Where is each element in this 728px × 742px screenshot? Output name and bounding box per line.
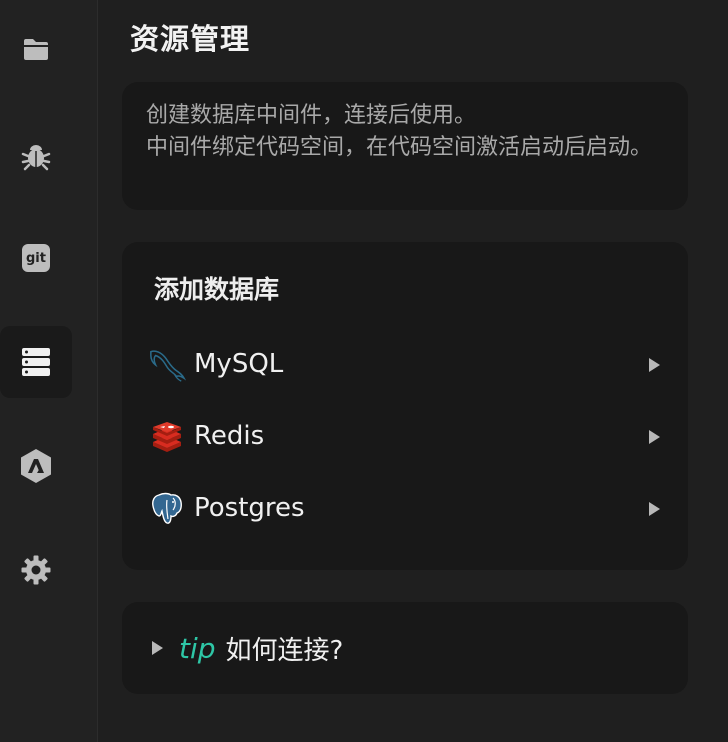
database-stack-icon xyxy=(22,348,50,376)
description-line: 创建数据库中间件，连接后使用。 中间件绑定代码空间，在代码空间激活启动后启动。 xyxy=(146,103,653,160)
database-item-label: Redis xyxy=(194,421,265,451)
database-item-mysql[interactable]: MySQL xyxy=(144,338,664,394)
database-item-label: MySQL xyxy=(194,349,284,379)
mysql-dolphin-icon xyxy=(148,346,186,384)
redis-cube-icon xyxy=(148,418,186,456)
postgres-elephant-icon xyxy=(148,490,186,528)
tip-card: tip 如何连接? xyxy=(122,602,688,694)
tip-toggle[interactable]: tip 如何连接? xyxy=(152,628,343,668)
description-card: 创建数据库中间件，连接后使用。 中间件绑定代码空间，在代码空间激活启动后启动。 xyxy=(122,82,688,210)
add-database-title: 添加数据库 xyxy=(154,275,280,304)
tip-text: 如何连接? xyxy=(225,635,344,666)
sidebar-item-folder[interactable] xyxy=(0,14,72,86)
sidebar-item-settings[interactable] xyxy=(0,534,72,606)
tip-badge: tip xyxy=(179,631,216,665)
git-icon: git xyxy=(22,244,50,272)
page-title: 资源管理 xyxy=(130,22,251,56)
add-database-card: 添加数据库 MySQL Redis Postgres xyxy=(122,242,688,570)
database-item-label: Postgres xyxy=(194,493,305,523)
database-item-redis[interactable]: Redis xyxy=(144,410,664,466)
sidebar-item-debug[interactable] xyxy=(0,119,72,191)
description-text: 创建数据库中间件，连接后使用。 中间件绑定代码空间，在代码空间激活启动后启动。 xyxy=(146,100,666,164)
git-icon-label: git xyxy=(26,250,46,266)
chevron-right-icon xyxy=(649,502,660,516)
bug-icon xyxy=(21,145,51,171)
sidebar-item-brand[interactable] xyxy=(0,430,72,502)
app-window: git 资源管理 创建数据库中间件，连接后使用。 中间件绑定代码空间，在代码空间… xyxy=(0,0,728,742)
caret-right-icon xyxy=(152,641,163,655)
chevron-right-icon xyxy=(649,358,660,372)
chevron-right-icon xyxy=(649,430,660,444)
sidebar: git xyxy=(0,0,98,742)
sidebar-item-resources[interactable] xyxy=(0,326,72,398)
sidebar-item-git[interactable]: git xyxy=(0,222,72,294)
main-panel: 资源管理 创建数据库中间件，连接后使用。 中间件绑定代码空间，在代码空间激活启动… xyxy=(98,0,728,742)
hexagon-logo-icon xyxy=(21,449,51,483)
folder-icon xyxy=(24,39,48,60)
gear-icon xyxy=(21,555,51,585)
database-item-postgres[interactable]: Postgres xyxy=(144,482,664,538)
